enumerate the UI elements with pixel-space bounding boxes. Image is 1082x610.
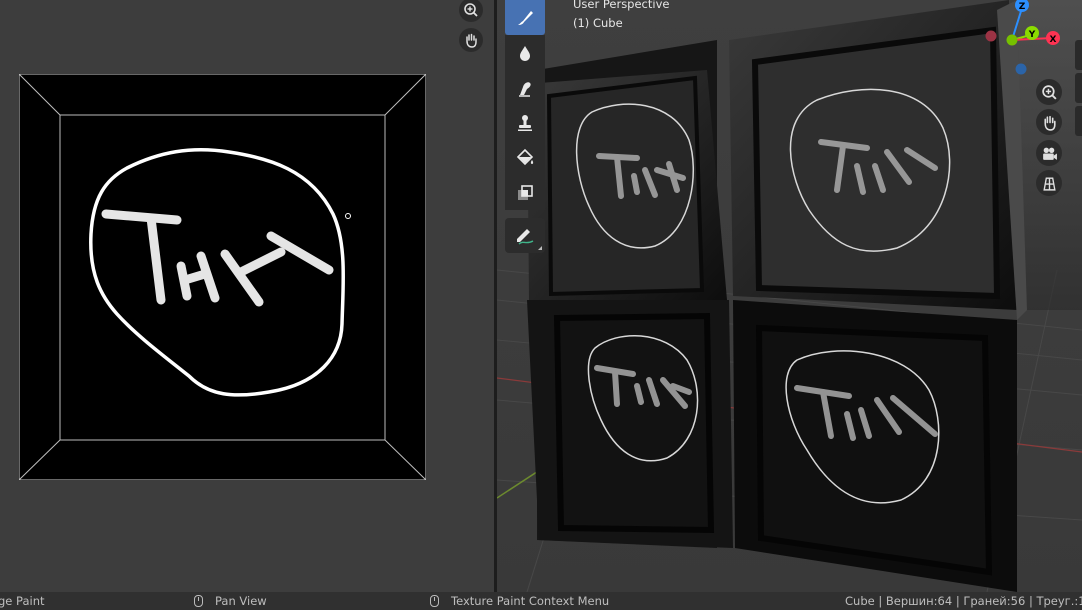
viewport-pan-button[interactable]: [1036, 109, 1062, 135]
image-editor-region[interactable]: [0, 0, 494, 592]
cube-object: [527, 0, 1082, 592]
camera-view-button[interactable]: [1036, 140, 1062, 166]
sidebar-tab[interactable]: [1075, 106, 1082, 136]
gizmo-y-label: Y: [1028, 30, 1036, 40]
mouse-right-icon: [430, 595, 439, 607]
gizmo-z-label: Z: [1019, 2, 1026, 12]
scene-render[interactable]: [497, 0, 1082, 592]
hand-icon: [1043, 115, 1056, 131]
tool-mask[interactable]: [505, 175, 545, 210]
status-mode: ge Paint: [0, 594, 45, 608]
zoom-in-icon: [464, 3, 478, 17]
ortho-toggle-button[interactable]: [1036, 170, 1062, 196]
viewport-zoom-button[interactable]: [1036, 79, 1062, 105]
tool-smear[interactable]: [505, 70, 545, 105]
zoom-button[interactable]: [459, 0, 483, 22]
object-label: (1) Cube: [573, 16, 623, 30]
gizmo-neg-y: [1006, 34, 1018, 46]
status-context-menu: Texture Paint Context Menu: [451, 594, 610, 608]
navigation-gizmo[interactable]: Z Y X: [981, 0, 1071, 82]
tool-draw[interactable]: [505, 0, 545, 35]
camera-icon: [1042, 147, 1057, 160]
status-bar: ge Paint Pan View Texture Paint Context …: [0, 592, 1082, 610]
annotate-icon: [517, 228, 534, 245]
sidebar-tabs-edge[interactable]: [1075, 40, 1082, 592]
gizmo-neg-z: [1015, 63, 1027, 75]
view-name-label: User Perspective: [573, 0, 670, 11]
clone-stamp-icon: [518, 114, 532, 131]
sidebar-tab[interactable]: [1075, 73, 1082, 103]
mouse-middle-icon: [194, 595, 203, 607]
status-scene-stats: Cube | Вершин:64 | Граней:56 | Треуг.:11…: [845, 594, 1082, 608]
status-pan-view: Pan View: [215, 594, 267, 608]
tool-fill[interactable]: [505, 140, 545, 175]
pan-button[interactable]: [459, 28, 483, 52]
zoom-in-icon: [1041, 84, 1057, 100]
mask-icon: [518, 184, 533, 200]
grid-icon: [1042, 176, 1056, 191]
draw-brush-icon: [518, 10, 533, 25]
tool-annotate[interactable]: [505, 218, 545, 253]
sidebar-tab[interactable]: [1075, 40, 1082, 70]
tool-soften[interactable]: [505, 35, 545, 70]
fill-icon: [516, 148, 534, 165]
tool-shelf: [505, 0, 545, 253]
tool-clone[interactable]: [505, 105, 545, 140]
gizmo-x-label: X: [1050, 35, 1057, 45]
texture-image-canvas[interactable]: [19, 74, 426, 480]
3d-viewport[interactable]: User Perspective (1) Cube Z Y X: [497, 0, 1082, 592]
soften-icon: [520, 45, 530, 61]
gizmo-neg-x: [985, 30, 997, 42]
smear-icon: [519, 81, 531, 97]
hand-icon: [466, 33, 477, 48]
